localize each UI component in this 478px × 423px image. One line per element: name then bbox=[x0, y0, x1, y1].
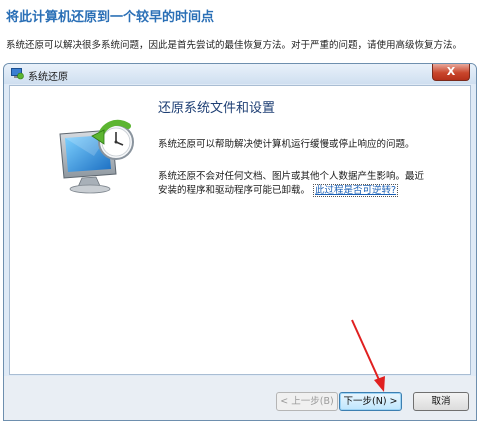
next-button[interactable]: 下一步(N) > bbox=[339, 392, 402, 411]
red-pointer-arrow bbox=[351, 319, 385, 392]
page: 将此计算机还原到一个较早的时间点 系统还原可以解决很多系统问题，因此是首先尝试的… bbox=[0, 0, 478, 423]
close-button[interactable]: X bbox=[432, 64, 470, 81]
title-bar[interactable]: 系统还原 X bbox=[4, 64, 476, 84]
back-button[interactable]: < 上一步(B) bbox=[276, 392, 338, 411]
system-restore-icon bbox=[11, 68, 24, 80]
content-pane: 还原系统文件和设置 系统还原可以帮助解决使计算机运行缓慢或停止响应的问题。 系统… bbox=[9, 85, 471, 375]
paragraph-2-line-1: 系统还原不会对任何文档、图片或其他个人数据产生影响。最近 bbox=[158, 171, 425, 182]
window-title: 系统还原 bbox=[28, 72, 68, 83]
page-heading: 将此计算机还原到一个较早的时间点 bbox=[6, 10, 215, 25]
paragraph-2-line-2: 安装的程序和驱动程序可能已卸载。 bbox=[158, 185, 311, 196]
cancel-button[interactable]: 取消 bbox=[413, 392, 469, 411]
computer-restore-icon bbox=[59, 119, 134, 194]
button-bar: < 上一步(B) 下一步(N) > 取消 bbox=[4, 376, 476, 420]
page-description: 系统还原可以解决很多系统问题，因此是首先尝试的最佳恢复方法。对于严重的问题，请使… bbox=[6, 40, 463, 51]
content-title: 还原系统文件和设置 bbox=[158, 101, 276, 116]
content-paragraph-2: 系统还原不会对任何文档、图片或其他个人数据产生影响。最近 安装的程序和驱动程序可… bbox=[158, 170, 424, 198]
content-paragraph-1: 系统还原可以帮助解决使计算机运行缓慢或停止响应的问题。 bbox=[158, 139, 415, 150]
reversible-link[interactable]: 此过程是否可逆转? bbox=[313, 184, 399, 197]
system-restore-window: 系统还原 X 还原系统文件和设置 系统还原可以帮助解决使计算机运行缓慢或停止响应… bbox=[3, 63, 477, 421]
